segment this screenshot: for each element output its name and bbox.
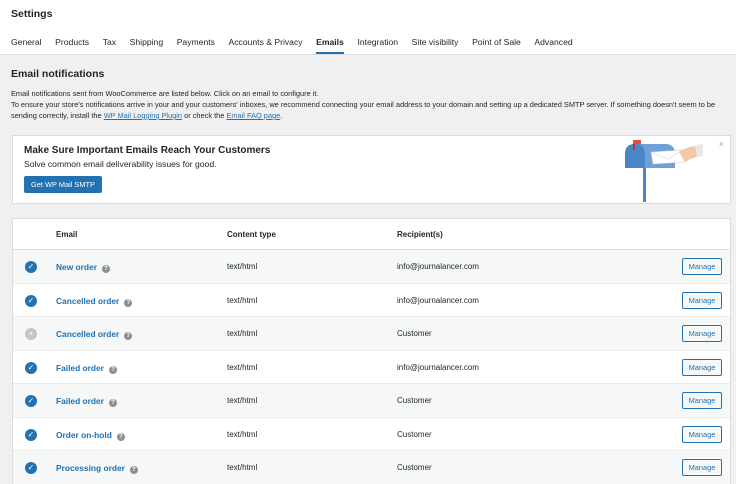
banner-subtitle: Solve common email deliverability issues… bbox=[24, 159, 217, 169]
email-name-link[interactable]: Cancelled order? bbox=[56, 295, 133, 307]
tab-tax[interactable]: Tax bbox=[103, 37, 116, 54]
content-type: text/html bbox=[227, 396, 258, 405]
checkmark-icon: ✓ bbox=[25, 428, 37, 441]
checkmark-icon: ✓ bbox=[25, 261, 37, 273]
recipient: info@journalancer.com bbox=[397, 362, 479, 372]
email-name-link[interactable]: Failed order? bbox=[56, 396, 117, 407]
help-icon[interactable]: ? bbox=[124, 298, 133, 307]
column-header-content-type: Content type bbox=[227, 230, 276, 239]
tab-point-of-sale[interactable]: Point of Sale bbox=[472, 37, 521, 54]
help-icon[interactable]: ? bbox=[116, 432, 125, 441]
tab-payments[interactable]: Payments bbox=[177, 37, 215, 54]
help-icon[interactable]: ? bbox=[108, 365, 117, 374]
intro-line-2: To ensure your store's notifications arr… bbox=[11, 99, 729, 121]
help-icon[interactable]: ? bbox=[101, 265, 110, 273]
checkmark-icon: ✓ bbox=[25, 395, 37, 407]
page-title: Settings bbox=[11, 8, 53, 20]
email-name-link[interactable]: New order? bbox=[56, 262, 110, 273]
email-name-link[interactable]: Order on-hold? bbox=[56, 430, 125, 441]
banner-title: Make Sure Important Emails Reach Your Cu… bbox=[24, 145, 271, 156]
intro-line-1: Email notifications sent from WooCommerc… bbox=[11, 89, 319, 98]
intro-text: or check the bbox=[182, 111, 227, 120]
table-row: ✓ New order? text/html info@journalancer.co… bbox=[13, 250, 730, 284]
email-faq-link[interactable]: Email FAQ page bbox=[226, 111, 280, 120]
email-name: Order on-hold bbox=[56, 429, 112, 440]
section-intro: Email notifications sent from WooCommerc… bbox=[11, 88, 729, 121]
tab-site-visibility[interactable]: Site visibility bbox=[412, 37, 459, 54]
help-icon[interactable]: ? bbox=[129, 466, 138, 474]
close-icon[interactable]: × bbox=[719, 139, 724, 149]
get-wp-mail-smtp-button[interactable]: Get WP Mail SMTP bbox=[24, 176, 102, 193]
manage-button[interactable]: Manage bbox=[682, 325, 722, 342]
column-header-recipients: Recipient(s) bbox=[397, 230, 443, 239]
smtp-banner: Make Sure Important Emails Reach Your Cu… bbox=[12, 135, 731, 204]
tab-products[interactable]: Products bbox=[55, 37, 89, 54]
content-type: text/html bbox=[227, 362, 258, 372]
tab-accounts-privacy[interactable]: Accounts & Privacy bbox=[229, 37, 303, 54]
content-type: text/html bbox=[227, 295, 258, 305]
email-name: Failed order bbox=[56, 396, 104, 406]
wp-mail-logging-link[interactable]: WP Mail Logging Plugin bbox=[104, 111, 182, 120]
tab-shipping[interactable]: Shipping bbox=[130, 37, 163, 54]
table-header: Email Content type Recipient(s) bbox=[13, 219, 730, 250]
intro-text: . bbox=[280, 111, 283, 120]
content-type: text/html bbox=[227, 262, 258, 271]
email-name: Processing order bbox=[56, 463, 125, 473]
column-header-email: Email bbox=[56, 230, 78, 239]
table-row: ✓ Processing order? text/html Customer Manag… bbox=[13, 451, 730, 484]
checkmark-icon: ✓ bbox=[25, 294, 37, 307]
section-title: Email notifications bbox=[11, 68, 105, 80]
table-row: ✓ Failed order? text/html Customer Manage bbox=[13, 384, 730, 418]
mailbox-illustration bbox=[625, 140, 703, 202]
email-name: Failed order bbox=[56, 362, 104, 373]
recipient: info@journalancer.com bbox=[397, 262, 479, 271]
help-icon[interactable]: ? bbox=[108, 399, 117, 407]
email-name: New order bbox=[56, 262, 97, 272]
email-name: Cancelled order bbox=[56, 329, 120, 339]
manage-button[interactable]: Manage bbox=[682, 258, 722, 275]
content-type: text/html bbox=[227, 329, 258, 338]
table-row: × Cancelled order? text/html Customer Manage bbox=[13, 317, 730, 351]
email-notifications-table: Email Content type Recipient(s) ✓ New ord… bbox=[12, 218, 731, 484]
tab-integration[interactable]: Integration bbox=[357, 37, 398, 54]
checkmark-icon: ✓ bbox=[25, 462, 37, 474]
email-name-link[interactable]: Processing order? bbox=[56, 463, 138, 474]
recipient: Customer bbox=[397, 463, 432, 472]
help-icon[interactable]: ? bbox=[124, 332, 133, 340]
email-name: Cancelled order bbox=[56, 295, 120, 306]
content-type: text/html bbox=[227, 429, 258, 439]
settings-tabs: General Products Tax Shipping Payments Accoun… bbox=[11, 37, 586, 54]
recipient: Customer bbox=[397, 396, 432, 405]
table-row: ✓ Failed order? text/html info@journalancer… bbox=[13, 351, 730, 384]
recipient: Customer bbox=[397, 329, 432, 338]
email-name-link[interactable]: Cancelled order? bbox=[56, 329, 133, 340]
x-icon: × bbox=[25, 328, 37, 340]
manage-button[interactable]: Manage bbox=[682, 291, 722, 309]
manage-button[interactable]: Manage bbox=[682, 459, 722, 476]
recipient: Customer bbox=[397, 429, 432, 439]
manage-button[interactable]: Manage bbox=[682, 392, 722, 409]
content-type: text/html bbox=[227, 463, 258, 472]
checkmark-icon: ✓ bbox=[25, 361, 37, 374]
recipient: info@journalancer.com bbox=[397, 295, 479, 305]
settings-header: Settings General Products Tax Shipping Payme… bbox=[0, 0, 736, 55]
tab-advanced[interactable]: Advanced bbox=[534, 37, 572, 54]
tab-general[interactable]: General bbox=[11, 37, 42, 54]
tab-emails[interactable]: Emails bbox=[316, 37, 344, 54]
table-row: ✓ Order on-hold? text/html Customer Manage bbox=[13, 418, 730, 451]
email-name-link[interactable]: Failed order? bbox=[56, 363, 117, 374]
manage-button[interactable]: Manage bbox=[682, 425, 722, 443]
table-row: ✓ Cancelled order? text/html info@journalan… bbox=[13, 284, 730, 317]
manage-button[interactable]: Manage bbox=[682, 358, 722, 376]
table-body: ✓ New order? text/html info@journalancer.co… bbox=[13, 250, 730, 484]
